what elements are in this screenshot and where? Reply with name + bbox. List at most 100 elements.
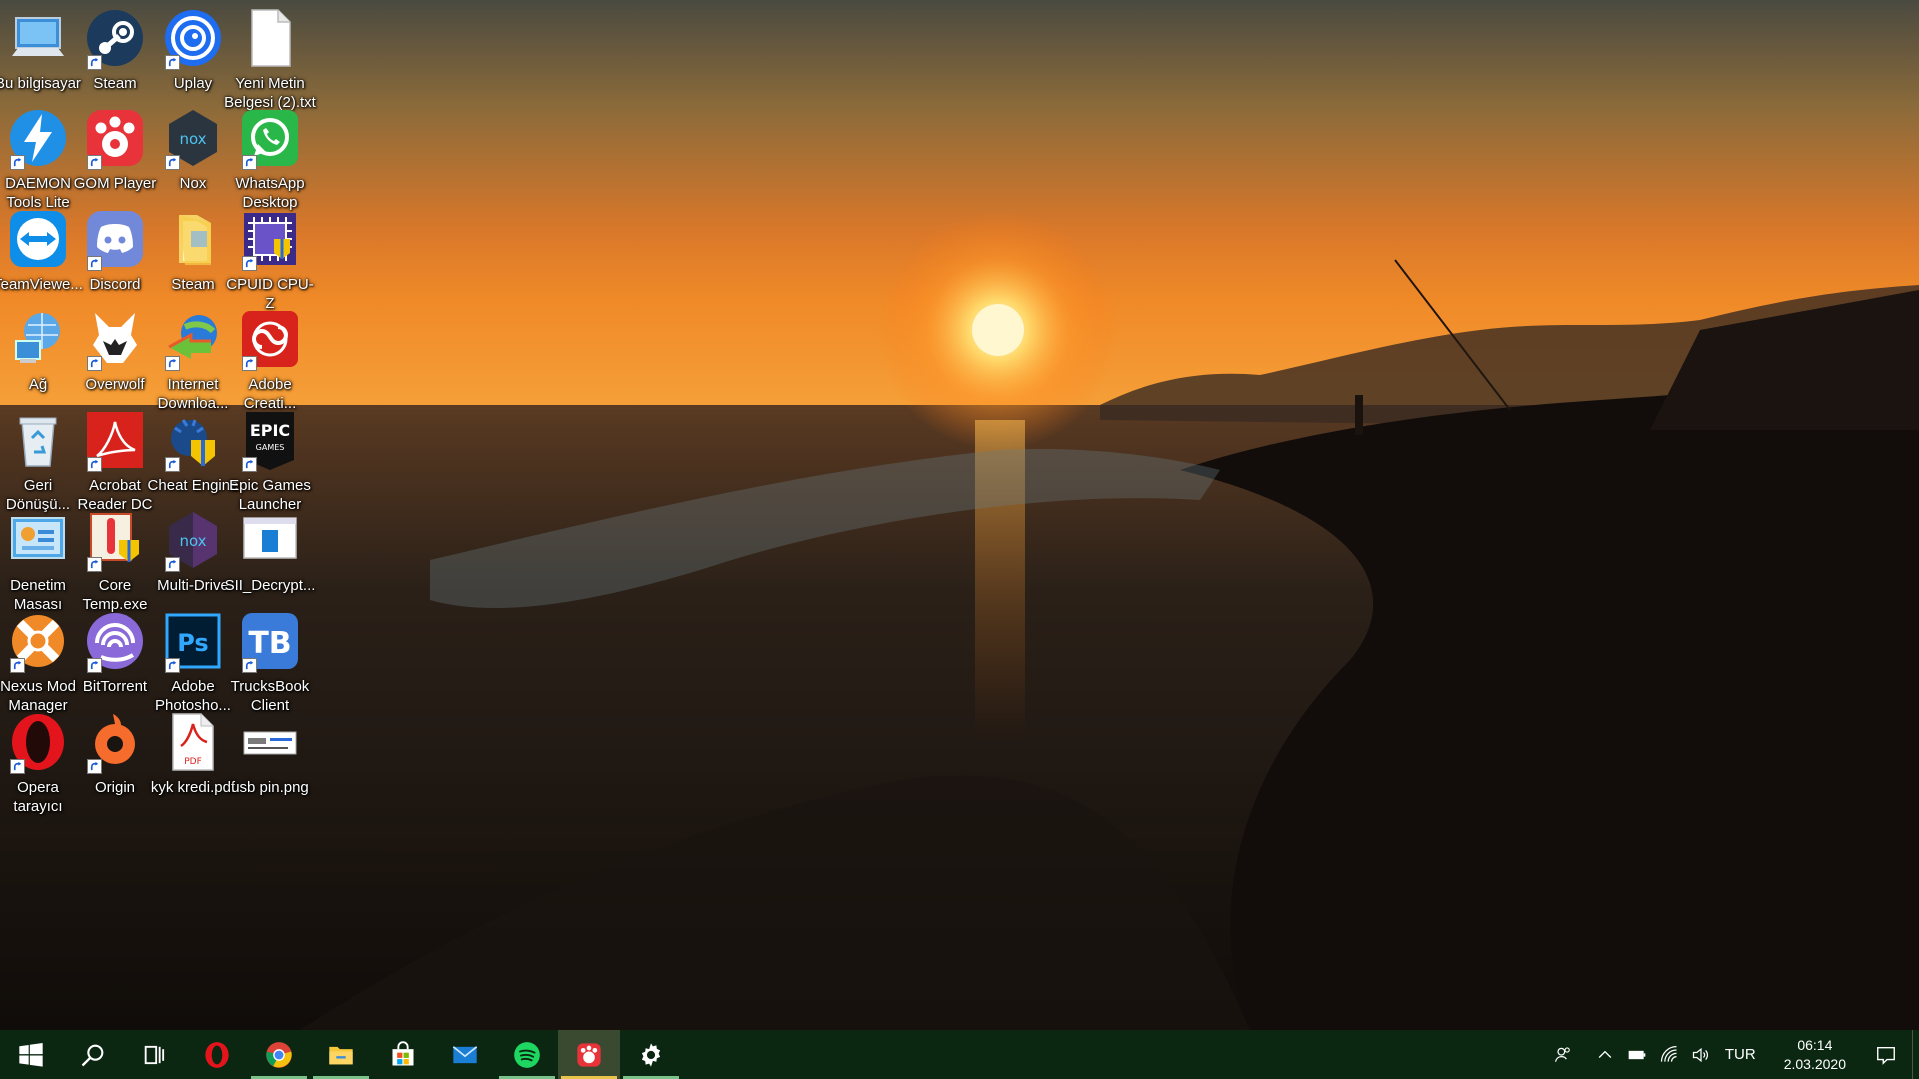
overwolf-icon bbox=[83, 307, 147, 371]
people-icon bbox=[1554, 1046, 1570, 1062]
cheat-engine-icon bbox=[161, 408, 225, 472]
whatsapp-icon bbox=[238, 106, 302, 170]
desktop-item-epic-games[interactable]: EPIC GAMES Epic Games Launcher bbox=[225, 402, 315, 514]
mail-taskbar-button[interactable] bbox=[434, 1030, 496, 1079]
cpuz-icon bbox=[238, 207, 302, 271]
nox-icon: nox bbox=[161, 106, 225, 170]
desktop-item-image-file[interactable]: usb pin.png bbox=[225, 704, 315, 797]
desktop-item-adobe-cc[interactable]: Adobe Creati... bbox=[225, 301, 315, 413]
desktop-item-core-temp[interactable]: Core Temp.exe bbox=[70, 502, 160, 614]
recycle-bin-icon bbox=[6, 408, 70, 472]
svg-text:nox: nox bbox=[179, 532, 206, 550]
desktop-item-whatsapp[interactable]: WhatsApp Desktop bbox=[225, 100, 315, 212]
svg-text:GAMES: GAMES bbox=[256, 443, 285, 452]
trucksbook-icon: TB bbox=[238, 609, 302, 673]
mail-icon bbox=[452, 1045, 478, 1063]
gear-icon bbox=[641, 1042, 661, 1067]
folder-icon bbox=[329, 1046, 353, 1064]
svg-text:PDF: PDF bbox=[184, 757, 202, 767]
network-icon bbox=[6, 307, 70, 371]
opera-icon bbox=[6, 710, 70, 774]
desktop-item-label: SII_Decrypt... bbox=[224, 577, 316, 594]
desktop-item-sii-decrypt[interactable]: SII_Decrypt... bbox=[225, 502, 315, 595]
sii-decrypt-icon bbox=[238, 508, 302, 572]
show-desktop-button[interactable] bbox=[1912, 1030, 1919, 1079]
shortcut-arrow-icon bbox=[242, 356, 257, 371]
search-icon bbox=[81, 1044, 104, 1066]
task-view-button[interactable] bbox=[124, 1030, 186, 1079]
gom-player-icon bbox=[577, 1042, 601, 1067]
store-taskbar-button[interactable] bbox=[372, 1030, 434, 1079]
photoshop-icon: Ps bbox=[161, 609, 225, 673]
steam-icon bbox=[83, 6, 147, 70]
desktop-item-cpuz[interactable]: CPUID CPU-Z bbox=[225, 201, 315, 313]
teamviewer-icon bbox=[6, 207, 70, 271]
svg-text:EPIC: EPIC bbox=[250, 421, 290, 440]
task-view-icon bbox=[144, 1045, 165, 1064]
start-button[interactable] bbox=[0, 1030, 62, 1079]
shortcut-arrow-icon bbox=[10, 759, 25, 774]
settings-taskbar-button[interactable] bbox=[620, 1030, 682, 1079]
battery-button[interactable] bbox=[1621, 1030, 1653, 1079]
core-temp-icon bbox=[83, 508, 147, 572]
gom-taskbar-button[interactable] bbox=[558, 1030, 620, 1079]
discord-icon bbox=[83, 207, 147, 271]
uplay-icon bbox=[161, 6, 225, 70]
shortcut-arrow-icon bbox=[165, 356, 180, 371]
search-button[interactable] bbox=[62, 1030, 124, 1079]
shortcut-arrow-icon bbox=[10, 155, 25, 170]
text-file-icon bbox=[238, 6, 302, 70]
input-language[interactable]: TUR bbox=[1717, 1046, 1770, 1063]
svg-text:Ps: Ps bbox=[177, 629, 208, 657]
chrome-icon bbox=[266, 1041, 292, 1068]
shortcut-arrow-icon bbox=[87, 759, 102, 774]
daemon-tools-icon bbox=[6, 106, 70, 170]
shortcut-arrow-icon bbox=[165, 658, 180, 673]
desktop-icons: Bu bilgisayar Steam Uplay Yeni Metin Belges… bbox=[0, 0, 400, 1030]
shortcut-arrow-icon bbox=[242, 256, 257, 271]
bittorrent-icon bbox=[83, 609, 147, 673]
shortcut-arrow-icon bbox=[242, 155, 257, 170]
shortcut-arrow-icon bbox=[165, 155, 180, 170]
shortcut-arrow-icon bbox=[242, 658, 257, 673]
action-center-button[interactable] bbox=[1860, 1030, 1912, 1079]
svg-text:nox: nox bbox=[179, 130, 206, 148]
desktop-item-text-file[interactable]: Yeni Metin Belgesi (2).txt bbox=[224, 0, 316, 112]
nox-multidrive-icon: nox bbox=[161, 508, 225, 572]
desktop-item-trucksbook[interactable]: TB TrucksBook Client bbox=[225, 603, 315, 715]
computer-icon bbox=[6, 6, 70, 70]
acrobat-icon bbox=[83, 408, 147, 472]
nexus-icon bbox=[6, 609, 70, 673]
people-button[interactable] bbox=[1547, 1030, 1579, 1079]
volume-button[interactable] bbox=[1685, 1030, 1717, 1079]
svg-text:TB: TB bbox=[248, 626, 291, 661]
idm-icon bbox=[161, 307, 225, 371]
shortcut-arrow-icon bbox=[87, 55, 102, 70]
desktop-item-acrobat[interactable]: Acrobat Reader DC bbox=[70, 402, 160, 514]
shortcut-arrow-icon bbox=[242, 457, 257, 472]
shortcut-arrow-icon bbox=[87, 356, 102, 371]
taskbar: TUR 06:14 2.03.2020 bbox=[0, 1030, 1919, 1079]
shortcut-arrow-icon bbox=[87, 155, 102, 170]
desktop-item-label: usb pin.png bbox=[231, 779, 309, 796]
adobe-cc-icon bbox=[238, 307, 302, 371]
image-file-icon bbox=[238, 710, 302, 774]
file-explorer-taskbar-button[interactable] bbox=[310, 1030, 372, 1079]
system-tray: TUR 06:14 2.03.2020 bbox=[1547, 1030, 1919, 1079]
speaker-icon bbox=[1692, 1047, 1708, 1062]
spotify-taskbar-button[interactable] bbox=[496, 1030, 558, 1079]
chrome-taskbar-button[interactable] bbox=[248, 1030, 310, 1079]
opera-taskbar-button[interactable] bbox=[186, 1030, 248, 1079]
wifi-button[interactable] bbox=[1653, 1030, 1685, 1079]
clock-time: 06:14 bbox=[1797, 1036, 1833, 1053]
shortcut-arrow-icon bbox=[87, 256, 102, 271]
origin-icon bbox=[83, 710, 147, 774]
clock[interactable]: 06:14 2.03.2020 bbox=[1770, 1036, 1860, 1074]
shortcut-arrow-icon bbox=[165, 457, 180, 472]
wifi-icon bbox=[1660, 1045, 1677, 1062]
pdf-file-icon: PDF bbox=[161, 710, 225, 774]
control-panel-icon bbox=[6, 508, 70, 572]
show-hidden-icons-button[interactable] bbox=[1589, 1030, 1621, 1079]
shortcut-arrow-icon bbox=[87, 557, 102, 572]
epic-games-icon: EPIC GAMES bbox=[238, 408, 302, 472]
